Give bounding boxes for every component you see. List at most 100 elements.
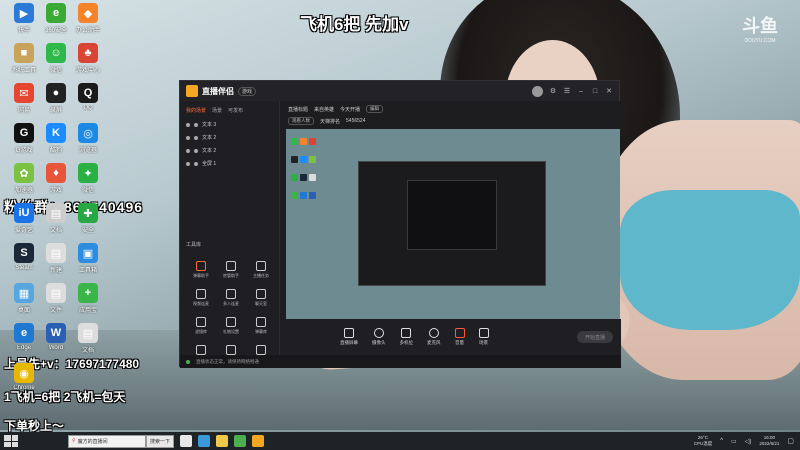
eye-icon[interactable] — [186, 135, 190, 140]
multi-camera-button[interactable]: 多机位 — [399, 328, 414, 346]
monitor-icon — [344, 328, 354, 338]
desktop-icon[interactable]: ▤ 文档 — [69, 323, 107, 354]
chrome-taskbar-icon[interactable] — [234, 435, 247, 447]
app-icon: ♦ — [46, 163, 66, 183]
camera-icon — [373, 328, 384, 338]
tool-icon — [256, 317, 266, 327]
network-icon[interactable]: ▭ — [731, 438, 737, 445]
minimize-icon[interactable]: – — [577, 88, 585, 95]
tab-publishable[interactable]: 可发布 — [228, 107, 243, 114]
button-label: 麦克风 — [427, 340, 441, 345]
start-live-button[interactable]: 开始直播 — [577, 331, 613, 343]
scene-panel: 我的场景 场景 可发布 文本 3 文本 2 文本 2 全屏 1 工具库 弹幕助手… — [180, 101, 280, 368]
status-dot-icon — [186, 359, 190, 364]
source-label: 全屏 1 — [202, 161, 217, 167]
scene-icon — [478, 328, 489, 338]
desktop-icon[interactable]: ▣ 工具箱 — [69, 243, 107, 274]
button-label: 多机位 — [399, 340, 414, 345]
desktop-icon[interactable]: ♣ 游戏中心 — [69, 43, 107, 74]
source-item[interactable]: 全屏 1 — [180, 157, 279, 170]
app-badge[interactable]: 游戏 — [238, 86, 257, 96]
menu-icon[interactable]: ☰ — [563, 87, 571, 95]
maximize-icon[interactable]: □ — [591, 88, 599, 95]
tool-label: 房管助手 — [223, 273, 239, 278]
scene-button[interactable]: 场景 — [478, 328, 489, 346]
tool-item[interactable]: 礼物设置 — [216, 317, 246, 335]
app-icon: iU — [14, 203, 34, 223]
task-view-icon[interactable] — [180, 435, 193, 447]
window-titlebar[interactable]: 直播伴侣 游戏 ⚙ ☰ – □ ✕ — [180, 81, 619, 101]
start-button-icon[interactable] — [4, 435, 18, 447]
desktop-icon[interactable]: ✚ 安全 — [69, 203, 107, 234]
stream-preview[interactable] — [286, 129, 620, 319]
app-icon: W — [46, 323, 66, 343]
desktop-icon-label: 安全 — [81, 228, 94, 234]
eye-icon[interactable] — [186, 122, 190, 127]
tool-item[interactable]: 弹幕助手 — [186, 261, 216, 279]
explorer-taskbar-icon[interactable] — [216, 435, 229, 447]
tool-icon — [256, 289, 266, 299]
tab-scene[interactable]: 场景 — [212, 107, 222, 114]
preview-nested-window-2 — [407, 180, 497, 250]
desktop-icon[interactable]: ◎ 浏览器 — [69, 123, 107, 154]
source-item[interactable]: 文本 3 — [180, 118, 279, 131]
desktop-icon[interactable]: Q QQ — [69, 83, 107, 111]
clock[interactable]: 16:00 2022/6/21 — [759, 435, 779, 447]
tool-item[interactable]: 滤镜库 — [186, 317, 216, 335]
avatar[interactable] — [532, 85, 543, 97]
lock-icon[interactable] — [194, 161, 198, 166]
taskbar: ⚲ 魔方的直播间 搜索一下 26°C CPU温度 ^ ▭ ◁) 16:00 20… — [0, 432, 800, 450]
status-text: 直播状态正常，请保持网络畅通 — [196, 358, 259, 364]
taskbar-search-input[interactable]: ⚲ 魔方的直播间 — [68, 434, 146, 448]
app-icon: ▤ — [46, 283, 66, 303]
tool-item[interactable]: 视频连麦 — [186, 289, 216, 307]
tool-item[interactable]: 主播任务 — [246, 261, 276, 279]
desktop-icon-label: 游戏中心 — [75, 68, 100, 74]
tool-item[interactable]: 房管助手 — [216, 261, 246, 279]
settings-icon[interactable]: ⚙ — [549, 87, 557, 95]
tray-arrow-icon[interactable]: ^ — [720, 438, 723, 444]
live-companion-taskbar-icon[interactable] — [252, 435, 265, 447]
tool-label: 视频连麦 — [193, 301, 209, 306]
lock-icon[interactable] — [194, 148, 198, 153]
desktop-icon[interactable]: ◉ Chrome — [5, 363, 43, 391]
tool-icon — [196, 345, 206, 355]
volume-icon[interactable]: ◁) — [745, 438, 752, 445]
screen-capture-button[interactable]: 直播屏幕 — [340, 328, 358, 346]
tool-icon — [196, 317, 206, 327]
desktop-icon[interactable]: + 应用宝 — [69, 283, 107, 314]
tool-icon — [226, 289, 236, 299]
tool-label: 多人连麦 — [223, 301, 239, 306]
app-icon: ● — [46, 83, 66, 103]
button-label: 直播屏幕 — [340, 340, 358, 345]
watermark-sub: DOUYU.COM — [744, 38, 776, 44]
close-icon[interactable]: ✕ — [605, 87, 613, 95]
eye-icon[interactable] — [186, 161, 190, 166]
tool-icon — [226, 345, 236, 355]
tool-item[interactable]: 弹幕库 — [246, 317, 276, 335]
app-icon: ▶ — [14, 3, 34, 23]
source-item[interactable]: 文本 2 — [180, 131, 279, 144]
volume-button[interactable]: 音量 — [454, 328, 465, 346]
weather-widget[interactable]: 26°C CPU温度 — [694, 435, 713, 447]
tool-item[interactable]: 多人连麦 — [216, 289, 246, 307]
microphone-button[interactable]: 麦克风 — [427, 328, 441, 346]
desktop-icon[interactable]: ◆ 办公助手 — [69, 3, 107, 34]
notification-icon[interactable]: ▢ — [787, 437, 794, 445]
camera-button[interactable]: 摄像头 — [372, 328, 386, 346]
edit-button[interactable]: 编辑 — [366, 105, 384, 113]
desktop-icon-label: 工具箱 — [78, 268, 97, 274]
eye-icon[interactable] — [186, 148, 190, 153]
lock-icon[interactable] — [194, 122, 198, 127]
tool-item[interactable]: 聊天室 — [246, 289, 276, 307]
tab-my-scene[interactable]: 我的场景 — [186, 107, 206, 114]
wallpaper-dress — [620, 190, 800, 330]
tools-title: 工具库 — [186, 242, 202, 248]
lock-icon[interactable] — [194, 135, 198, 140]
edge-taskbar-icon[interactable] — [198, 435, 211, 447]
viewers-pill[interactable]: 观看人数 — [288, 117, 314, 125]
app-icon: ♣ — [78, 43, 98, 63]
source-item[interactable]: 文本 2 — [180, 144, 279, 157]
desktop-icon[interactable]: ✦ 微信 — [69, 163, 107, 194]
search-button[interactable]: 搜索一下 — [146, 434, 175, 448]
